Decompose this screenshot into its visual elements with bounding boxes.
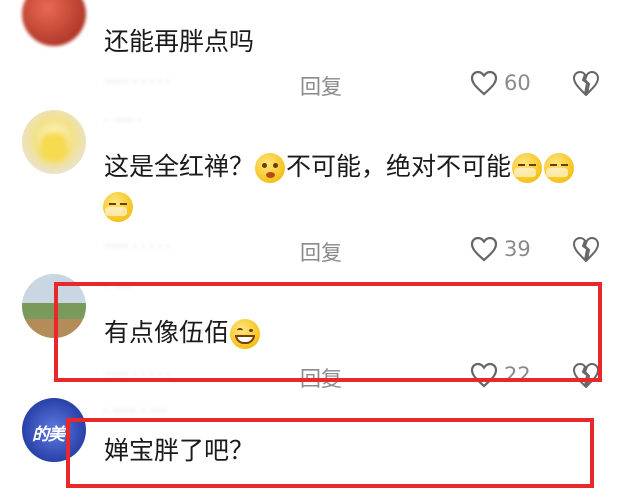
username-blurred: · ······ · ···· [104, 404, 166, 419]
broken-heart-icon [572, 70, 600, 96]
comment-meta-blurred: ······ · · · · · [104, 240, 171, 255]
comment-meta-blurred: ······ · · · · · [104, 75, 171, 90]
avatar-logo: 的美 [32, 425, 65, 445]
avatar[interactable] [22, 0, 86, 46]
crying-emoji-icon [512, 153, 543, 183]
like-count: 39 [504, 237, 531, 261]
reply-button[interactable]: 回复 [300, 237, 342, 267]
crying-emoji-icon [103, 192, 133, 222]
highlight-box [66, 418, 594, 488]
comment-text: 这是全红禅？ [104, 152, 255, 181]
comment-text: 还能再胖点吗 [104, 27, 255, 56]
like-button[interactable]: 39 [470, 236, 531, 262]
broken-heart-icon [572, 236, 600, 262]
comment-text-line: 这是全红禅？ 不可能，绝对不可能 [104, 150, 575, 184]
comment-emoji-line [102, 192, 134, 222]
username-blurred: · ····· · [104, 114, 142, 129]
dislike-button[interactable] [572, 236, 600, 262]
crying-emoji-icon [544, 153, 575, 183]
like-button[interactable]: 60 [470, 70, 531, 96]
heart-icon [470, 236, 498, 262]
avatar[interactable] [22, 110, 86, 174]
thinking-emoji-icon [255, 153, 286, 183]
heart-icon [470, 70, 498, 96]
reply-button[interactable]: 回复 [300, 71, 342, 101]
like-count: 60 [504, 71, 531, 95]
comment-text-continued: 不可能，绝对不可能 [286, 152, 512, 181]
dislike-button[interactable] [572, 70, 600, 96]
highlight-box [54, 282, 602, 382]
